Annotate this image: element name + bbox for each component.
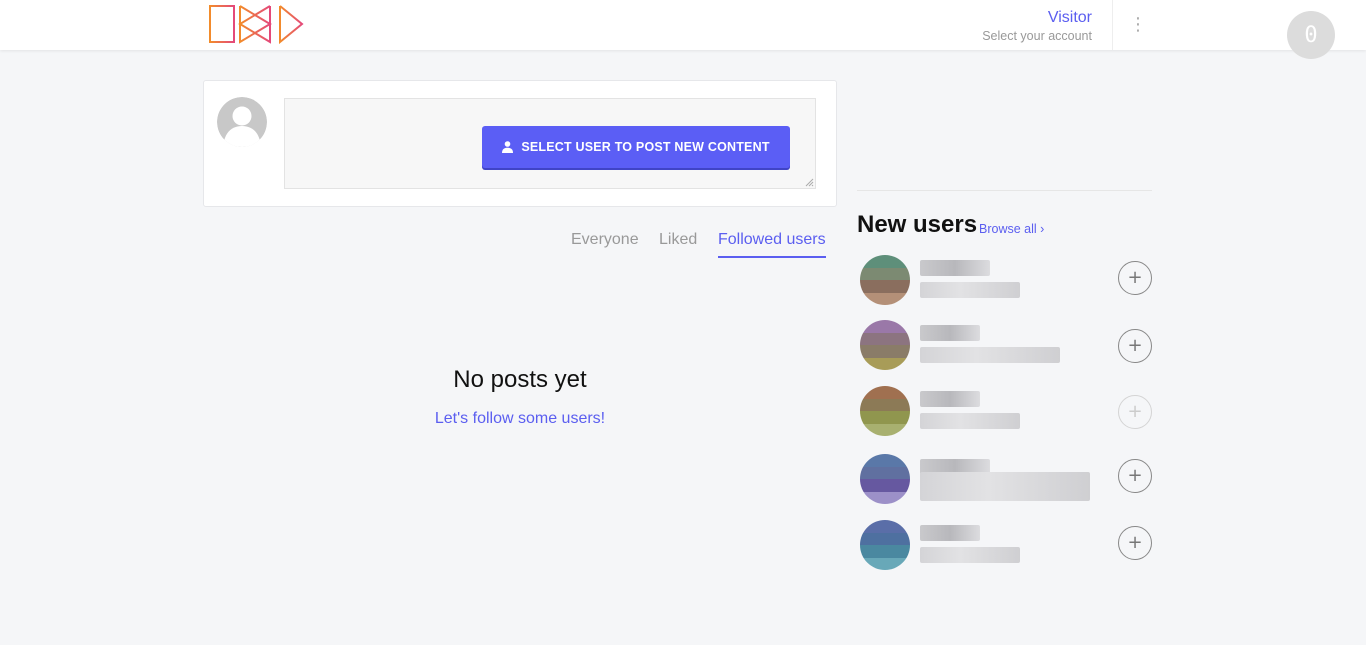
user-row[interactable]: + bbox=[857, 255, 1153, 313]
user-meta-redacted bbox=[920, 485, 1090, 501]
user-meta-redacted bbox=[920, 413, 1020, 429]
follow-user-button[interactable]: + bbox=[1118, 459, 1152, 493]
user-icon bbox=[502, 141, 514, 153]
user-avatar[interactable] bbox=[860, 454, 910, 504]
empty-state-title: No posts yet bbox=[453, 366, 587, 393]
user-row[interactable]: + bbox=[857, 520, 1153, 578]
top-bar: Visitor Select your account ⋮ bbox=[0, 0, 1366, 50]
app-logo-icon[interactable] bbox=[208, 4, 304, 44]
user-meta-redacted bbox=[920, 282, 1020, 298]
account-name[interactable]: Visitor bbox=[982, 8, 1092, 27]
default-avatar-icon bbox=[217, 97, 267, 147]
follow-user-button[interactable]: + bbox=[1118, 329, 1152, 363]
new-users-title: New users bbox=[857, 211, 978, 238]
post-composer: SELECT USER TO POST NEW CONTENT bbox=[203, 80, 837, 207]
more-menu-icon[interactable]: ⋮ bbox=[1128, 11, 1148, 37]
user-name-redacted bbox=[920, 325, 980, 341]
user-name-redacted bbox=[920, 525, 980, 541]
sidebar-divider bbox=[857, 190, 1152, 191]
tab-everyone[interactable]: Everyone bbox=[571, 230, 639, 256]
user-meta-redacted bbox=[920, 547, 1020, 563]
browse-all-link[interactable]: Browse all › bbox=[979, 222, 1044, 236]
user-row[interactable]: + bbox=[857, 454, 1153, 512]
user-row[interactable]: + bbox=[857, 386, 1153, 444]
user-name-redacted bbox=[920, 260, 990, 276]
account-selector[interactable]: Visitor Select your account bbox=[982, 8, 1092, 45]
tab-liked[interactable]: Liked bbox=[659, 230, 697, 256]
post-button-label: SELECT USER TO POST NEW CONTENT bbox=[521, 140, 770, 154]
follow-users-link[interactable]: Let's follow some users! bbox=[360, 410, 680, 428]
follow-user-button[interactable]: + bbox=[1118, 261, 1152, 295]
user-name-redacted bbox=[920, 391, 980, 407]
account-hint: Select your account bbox=[982, 29, 1092, 43]
tab-followed-users[interactable]: Followed users bbox=[718, 230, 826, 258]
notification-counter[interactable]: 0 bbox=[1287, 11, 1335, 59]
follow-user-button[interactable]: + bbox=[1118, 395, 1152, 429]
user-avatar[interactable] bbox=[860, 255, 910, 305]
header-divider bbox=[1112, 0, 1113, 50]
user-avatar[interactable] bbox=[860, 520, 910, 570]
post-textarea[interactable]: SELECT USER TO POST NEW CONTENT bbox=[284, 98, 816, 189]
user-avatar[interactable] bbox=[860, 320, 910, 370]
resize-handle-icon[interactable] bbox=[804, 177, 814, 187]
select-user-to-post-button[interactable]: SELECT USER TO POST NEW CONTENT bbox=[482, 126, 790, 168]
user-meta-redacted bbox=[920, 347, 1060, 363]
follow-user-button[interactable]: + bbox=[1118, 526, 1152, 560]
user-row[interactable]: + bbox=[857, 320, 1153, 378]
user-avatar[interactable] bbox=[860, 386, 910, 436]
